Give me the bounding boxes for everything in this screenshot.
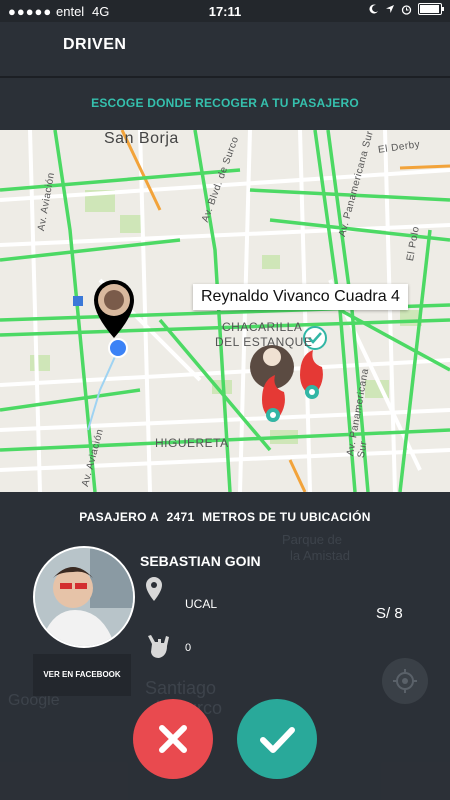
- status-icons: [369, 3, 444, 15]
- reject-button[interactable]: [133, 699, 213, 779]
- map-label-parque-2: la Amistad: [290, 548, 350, 563]
- passenger-name: SEBASTIAN GOIN: [140, 553, 261, 569]
- recenter-location-button[interactable]: [382, 658, 428, 704]
- current-location-dot: [108, 338, 128, 358]
- location-pin-icon: [146, 577, 162, 601]
- shaka-hand-icon: [148, 635, 169, 658]
- distance-text: PASAJERO A 2471 METROS DE TU UBICACIÓN: [0, 510, 450, 524]
- app-header: DRIVEN: [0, 22, 450, 76]
- view-facebook-button[interactable]: VER EN FACEBOOK: [33, 654, 131, 696]
- passenger-panel: Parque de la Amistad Santiago de Surco G…: [0, 492, 450, 800]
- crosshair-icon: [393, 669, 417, 693]
- battery-icon: [418, 3, 444, 15]
- passenger-likes-count: 0: [185, 642, 192, 654]
- app-title: DRIVEN: [63, 36, 127, 53]
- pickup-address-tooltip[interactable]: Reynaldo Vivanco Cuadra 4: [193, 284, 408, 310]
- metro-station-icon: [73, 296, 83, 306]
- instruction-bar: ESCOGE DONDE RECOGER A TU PASAJERO: [0, 78, 450, 130]
- location-arrow-icon: [386, 5, 394, 13]
- fare-amount: S/ 8: [376, 605, 403, 622]
- map-label-chacarilla: CHACARILLA: [222, 320, 303, 334]
- map-view[interactable]: San Borja CHACARILLA DEL ESTANQUE HIGUER…: [0, 130, 450, 492]
- check-icon: [260, 727, 295, 753]
- map-label-chacarilla-2: DEL ESTANQUE: [215, 335, 313, 349]
- distance-suffix: METROS DE TU UBICACIÓN: [202, 510, 371, 524]
- status-bar: ●●●●● entel 4G 17:11: [0, 0, 450, 22]
- map-label-parque: Parque de: [282, 532, 342, 547]
- instruction-text: ESCOGE DONDE RECOGER A TU PASAJERO: [91, 96, 359, 110]
- map-label-san-borja: San Borja: [104, 130, 179, 147]
- accept-button[interactable]: [237, 699, 317, 779]
- map-label-higuereta: HIGUERETA: [155, 436, 229, 450]
- passenger-university: UCAL: [185, 597, 218, 611]
- alarm-icon: [401, 4, 412, 15]
- hot-zone-pin[interactable]: [300, 350, 323, 399]
- passenger-avatar: [33, 546, 135, 648]
- map-label-santiago: Santiago: [145, 678, 217, 698]
- distance-value: 2471: [166, 510, 195, 524]
- close-icon: [159, 725, 187, 753]
- distance-prefix: PASAJERO A: [79, 510, 159, 524]
- moon-icon: [369, 4, 378, 14]
